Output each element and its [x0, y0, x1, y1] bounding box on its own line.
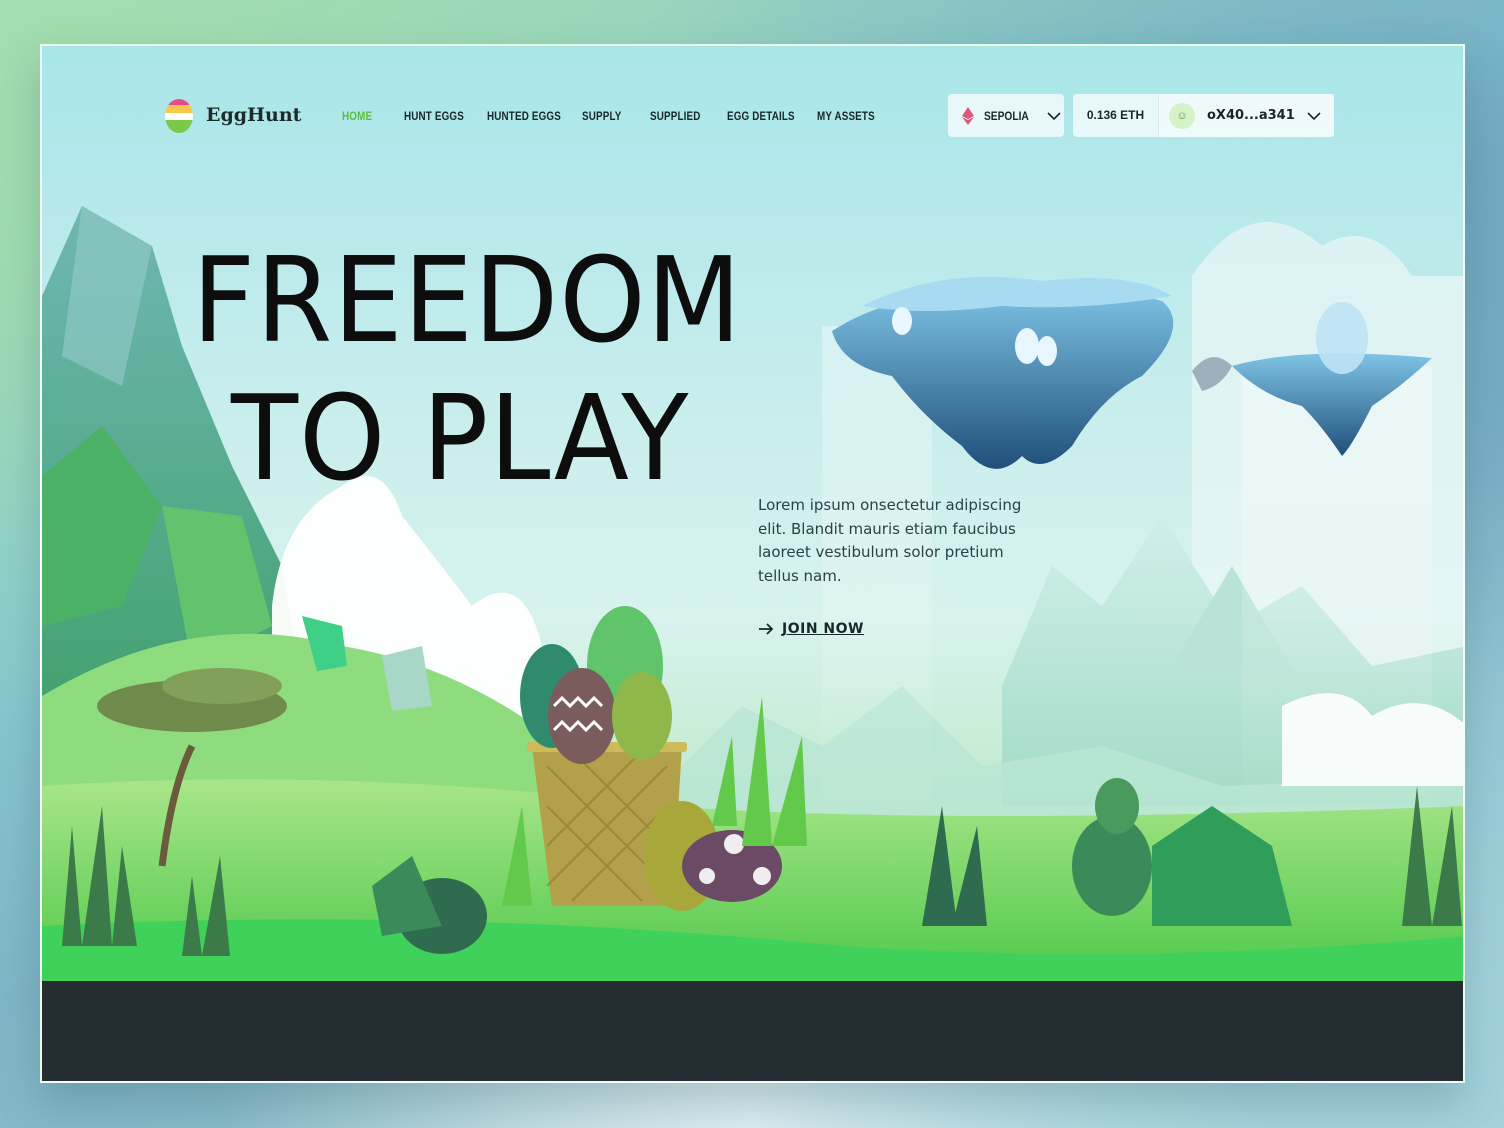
nav-my-assets[interactable]: MY ASSETS — [817, 109, 875, 123]
landing-page-frame: EggHunt HOME HUNT EGGS HUNTED EGGS SUPPL… — [40, 44, 1465, 1083]
chevron-down-icon — [1307, 111, 1321, 120]
egg-logo-icon — [165, 99, 193, 133]
nav-hunted-eggs[interactable]: HUNTED EGGS — [487, 109, 561, 123]
arrow-right-icon — [759, 623, 774, 635]
network-selector[interactable]: SEPOLIA — [948, 94, 1064, 137]
hero-title-line-1: FREEDOM — [192, 231, 743, 369]
hero-description: Lorem ipsum onsectetur adipiscing elit. … — [758, 496, 1022, 585]
nav-egg-details[interactable]: EGG DETAILS — [727, 109, 795, 123]
brand-name: EggHunt — [206, 104, 302, 126]
footer-band — [42, 981, 1463, 1081]
join-now-label: JOIN NOW — [782, 621, 864, 637]
hero-illustration — [42, 206, 1463, 981]
wallet-address: oX40...a341 — [1207, 108, 1295, 123]
wallet-widget[interactable]: 0.136 ETH ☺ oX40...a341 — [1073, 94, 1334, 137]
top-navigation: EggHunt HOME HUNT EGGS HUNTED EGGS SUPPL… — [42, 46, 1463, 186]
wallet-balance: 0.136 ETH — [1073, 94, 1159, 137]
brand-logo[interactable]: EggHunt — [164, 96, 301, 134]
nav-supplied[interactable]: SUPPLIED — [650, 109, 701, 123]
join-now-link[interactable]: JOIN NOW — [758, 621, 864, 637]
chevron-down-icon — [1047, 111, 1061, 120]
user-icon: ☺ — [1169, 102, 1195, 129]
account-selector[interactable]: ☺ oX40...a341 — [1159, 94, 1334, 137]
nav-supply[interactable]: SUPPLY — [582, 109, 621, 123]
ethereum-icon — [962, 106, 974, 125]
hero-title-line-2: TO PLAY — [231, 369, 690, 507]
network-label: SEPOLIA — [984, 108, 1029, 123]
hero-title: FREEDOM TO PLAY — [192, 231, 742, 507]
nav-hunt-eggs[interactable]: HUNT EGGS — [404, 109, 464, 123]
nav-home[interactable]: HOME — [342, 109, 372, 123]
